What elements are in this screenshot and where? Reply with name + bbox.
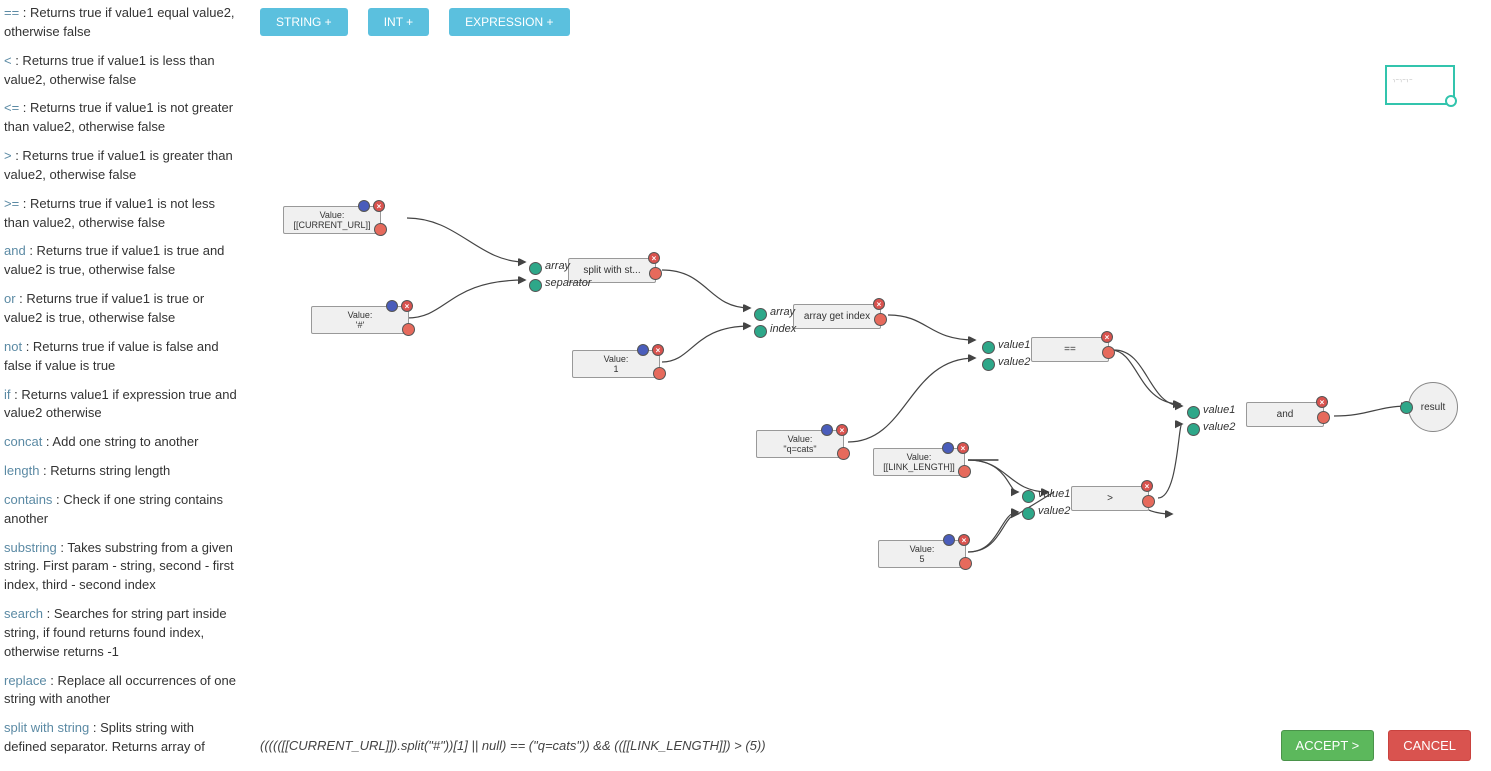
node-gt[interactable]: > × value1 value2	[1071, 486, 1149, 511]
sidebar-item-gte[interactable]: >= : Returns true if value1 is not less …	[4, 195, 239, 233]
sidebar-item-concat[interactable]: concat : Add one string to another	[4, 433, 239, 452]
node-label: and	[1277, 409, 1294, 420]
port-label-value1: value1	[1038, 488, 1070, 500]
port-label-array: array	[545, 260, 570, 272]
output-port[interactable]	[653, 367, 666, 380]
output-port[interactable]	[837, 447, 850, 460]
delete-icon[interactable]: ×	[873, 298, 885, 310]
delete-icon[interactable]: ×	[401, 300, 413, 312]
node-value: [[CURRENT_URL]]	[290, 220, 374, 230]
input-port-value2[interactable]	[1022, 507, 1035, 520]
port-label-value2: value2	[1038, 505, 1070, 517]
cancel-button[interactable]: CANCEL	[1388, 730, 1471, 761]
input-port-array[interactable]	[754, 308, 767, 321]
sidebar-item-gt[interactable]: > : Returns true if value1 is greater th…	[4, 147, 239, 185]
delete-icon[interactable]: ×	[1101, 331, 1113, 343]
output-port[interactable]	[374, 223, 387, 236]
sidebar-item-lte[interactable]: <= : Returns true if value1 is not great…	[4, 99, 239, 137]
delete-icon[interactable]: ×	[652, 344, 664, 356]
port-label-value2: value2	[998, 356, 1030, 368]
node-qcats[interactable]: Value: "q=cats" ×	[756, 430, 844, 458]
output-port[interactable]	[402, 323, 415, 336]
sidebar-item-replace[interactable]: replace : Replace all occurrences of one…	[4, 672, 239, 710]
node-current-url[interactable]: Value: [[CURRENT_URL]] ×	[283, 206, 381, 234]
port-label-index: index	[770, 323, 796, 335]
sidebar-item-lt[interactable]: < : Returns true if value1 is less than …	[4, 52, 239, 90]
input-port-value1[interactable]	[1022, 490, 1035, 503]
input-port-array[interactable]	[529, 262, 542, 275]
sidebar-item-or[interactable]: or : Returns true if value1 is true or v…	[4, 290, 239, 328]
node-label: ==	[1064, 344, 1076, 355]
sidebar-item-length[interactable]: length : Returns string length	[4, 462, 239, 481]
node-array-get-index[interactable]: array get index × array index	[793, 304, 881, 329]
output-port[interactable]	[1142, 495, 1155, 508]
port-label-value1: value1	[998, 339, 1030, 351]
node-label: >	[1107, 493, 1113, 504]
input-port-value1[interactable]	[982, 341, 995, 354]
node-link-length[interactable]: Value: [[LINK_LENGTH]] ×	[873, 448, 965, 476]
port-label-value1: value1	[1203, 404, 1235, 416]
delete-icon[interactable]: ×	[958, 534, 970, 546]
sidebar-item-eq[interactable]: == : Returns true if value1 equal value2…	[4, 4, 239, 42]
node-value: "q=cats"	[763, 444, 837, 454]
input-port-index[interactable]	[754, 325, 767, 338]
sidebar-item-split[interactable]: split with string : Splits string with d…	[4, 719, 239, 757]
input-port-separator[interactable]	[529, 279, 542, 292]
delete-icon[interactable]: ×	[1316, 396, 1328, 408]
expression-text: ((((([[CURRENT_URL]]).split("#"))[1] || …	[260, 738, 766, 753]
output-port[interactable]	[959, 557, 972, 570]
input-port-value1[interactable]	[1187, 406, 1200, 419]
port-label-separator: separator	[545, 277, 591, 289]
output-port[interactable]	[874, 313, 887, 326]
node-value: 1	[579, 364, 653, 374]
sidebar-item-search[interactable]: search : Searches for string part inside…	[4, 605, 239, 662]
node-value: 5	[885, 554, 959, 564]
sidebar: == : Returns true if value1 equal value2…	[0, 0, 248, 771]
node-five[interactable]: Value: 5 ×	[878, 540, 966, 568]
node-hash[interactable]: Value: '#' ×	[311, 306, 409, 334]
node-split[interactable]: split with st... × array separator	[568, 258, 656, 283]
edit-icon[interactable]	[386, 300, 398, 312]
output-port[interactable]	[649, 267, 662, 280]
sidebar-item-and[interactable]: and : Returns true if value1 is true and…	[4, 242, 239, 280]
edit-icon[interactable]	[821, 424, 833, 436]
edit-icon[interactable]	[637, 344, 649, 356]
footer: ((((([[CURRENT_URL]]).split("#"))[1] || …	[260, 730, 1471, 761]
node-label: array get index	[804, 311, 870, 322]
delete-icon[interactable]: ×	[648, 252, 660, 264]
sidebar-item-contains[interactable]: contains : Check if one string contains …	[4, 491, 239, 529]
output-port[interactable]	[1317, 411, 1330, 424]
delete-icon[interactable]: ×	[373, 200, 385, 212]
delete-icon[interactable]: ×	[957, 442, 969, 454]
delete-icon[interactable]: ×	[1141, 480, 1153, 492]
output-port[interactable]	[958, 465, 971, 478]
input-port-value2[interactable]	[1187, 423, 1200, 436]
node-label: result	[1421, 402, 1445, 413]
node-result[interactable]: result	[1408, 382, 1458, 432]
edit-icon[interactable]	[942, 442, 954, 454]
sidebar-item-if[interactable]: if : Returns value1 if expression true a…	[4, 386, 239, 424]
node-and[interactable]: and × value1 value2	[1246, 402, 1324, 427]
sidebar-item-not[interactable]: not : Returns true if value is false and…	[4, 338, 239, 376]
port-label-array: array	[770, 306, 795, 318]
port-label-value2: value2	[1203, 421, 1235, 433]
node-canvas[interactable]: Value: [[CURRENT_URL]] × Value: '#' × sp…	[248, 0, 1491, 771]
output-port[interactable]	[1102, 346, 1115, 359]
delete-icon[interactable]: ×	[836, 424, 848, 436]
main-canvas: STRING + INT + EXPRESSION + ┐─ ┐─ ┐─	[248, 0, 1491, 771]
sidebar-item-substring[interactable]: substring : Takes substring from a given…	[4, 539, 239, 596]
input-port-value2[interactable]	[982, 358, 995, 371]
edit-icon[interactable]	[358, 200, 370, 212]
node-eq[interactable]: == × value1 value2	[1031, 337, 1109, 362]
input-port[interactable]	[1400, 401, 1413, 414]
accept-button[interactable]: ACCEPT >	[1281, 730, 1375, 761]
node-value: '#'	[318, 320, 402, 330]
node-label: split with st...	[583, 265, 640, 276]
edit-icon[interactable]	[943, 534, 955, 546]
node-one[interactable]: Value: 1 ×	[572, 350, 660, 378]
node-value: [[LINK_LENGTH]]	[880, 462, 958, 472]
